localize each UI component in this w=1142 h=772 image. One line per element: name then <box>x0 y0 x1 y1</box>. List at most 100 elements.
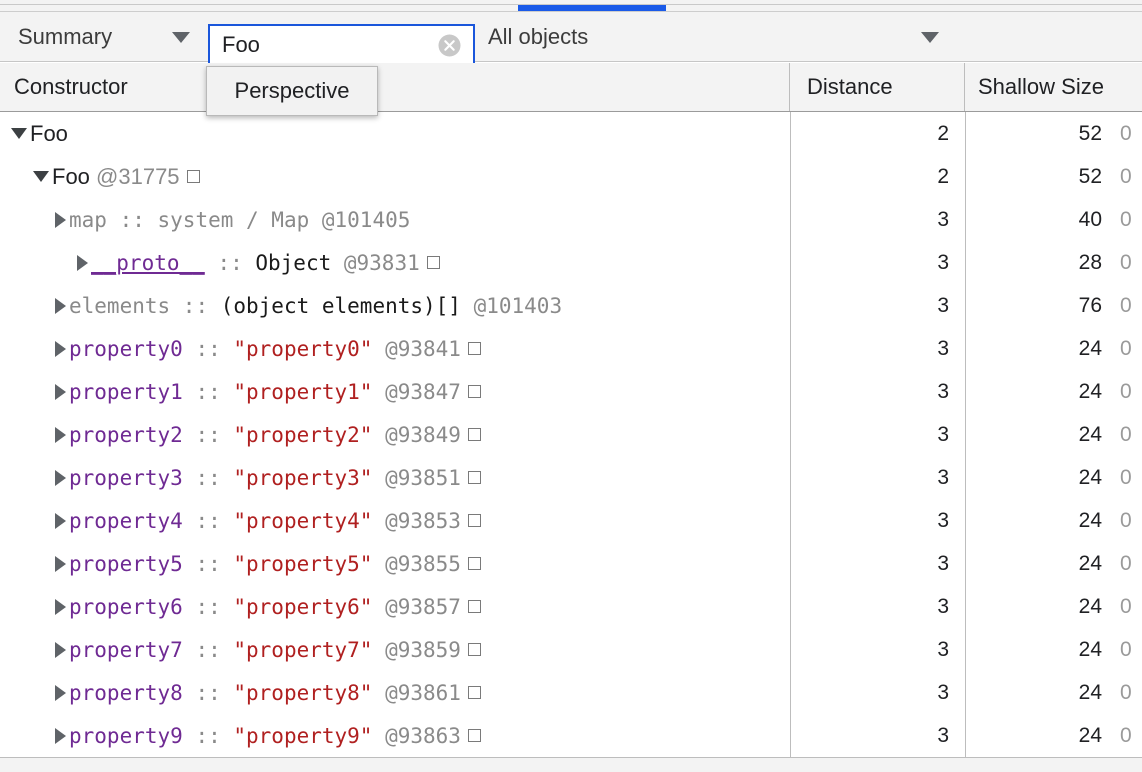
shallow-size-cell: 28 <box>965 241 1102 284</box>
object-marker-icon <box>468 471 481 484</box>
table-row[interactable]: Foo2520 <box>0 112 1142 155</box>
node-label: property4 :: "property4" @93853 <box>69 509 481 533</box>
table-row[interactable]: Foo @317752520 <box>0 155 1142 198</box>
triangle-right-icon[interactable] <box>55 685 66 701</box>
object-marker-icon <box>468 600 481 613</box>
retained-size-cell: 0 <box>1120 456 1142 499</box>
constructor-cell[interactable]: property7 :: "property7" @93859 <box>0 628 845 671</box>
triangle-right-icon[interactable] <box>55 599 66 615</box>
table-row[interactable]: property9 :: "property9" @93863324 0 <box>0 714 1142 757</box>
clear-circle-icon[interactable] <box>438 34 461 57</box>
object-marker-icon <box>468 557 481 570</box>
retained-size-cell: 0 <box>1120 198 1142 241</box>
constructor-cell[interactable]: property8 :: "property8" @93861 <box>0 671 845 714</box>
node-label: property1 :: "property1" @93847 <box>69 380 481 404</box>
distance-cell: 2 <box>790 112 965 155</box>
table-row[interactable]: __proto__ :: Object @938313280 <box>0 241 1142 284</box>
table-row[interactable]: property0 :: "property0" @938413240 <box>0 327 1142 370</box>
object-filter-dropdown[interactable]: All objects <box>478 12 948 61</box>
triangle-right-icon[interactable] <box>55 298 66 314</box>
table-row[interactable]: map :: system / Map @1014053400 <box>0 198 1142 241</box>
shallow-size-cell: 52 <box>965 155 1102 198</box>
triangle-right-icon[interactable] <box>55 642 66 658</box>
triangle-right-icon[interactable] <box>55 384 66 400</box>
retained-size-cell: 0 <box>1120 413 1142 456</box>
table-row[interactable]: property7 :: "property7" @938593240 <box>0 628 1142 671</box>
shallow-size-cell: 24 <box>965 456 1102 499</box>
table-row[interactable]: property1 :: "property1" @938473240 <box>0 370 1142 413</box>
column-header-distance[interactable]: Distance <box>790 63 965 111</box>
retained-size-cell: 0 <box>1120 499 1142 542</box>
distance-cell: 3 <box>790 241 965 284</box>
shallow-size-cell: 24 <box>965 714 1102 757</box>
shallow-size-cell: 40 <box>965 198 1102 241</box>
column-header-constructor-label: Constructor <box>14 74 128 100</box>
constructor-cell[interactable]: property3 :: "property3" @93851 <box>0 456 845 499</box>
retained-size-cell: 0 <box>1120 542 1142 585</box>
column-header-constructor[interactable]: Constructor <box>0 63 790 111</box>
triangle-right-icon[interactable] <box>55 427 66 443</box>
table-row[interactable]: elements :: (object elements)[] @1014033… <box>0 284 1142 327</box>
constructor-cell[interactable]: property4 :: "property4" @93853 <box>0 499 845 542</box>
node-label: property6 :: "property6" @93857 <box>69 595 481 619</box>
perspective-dropdown[interactable]: Summary <box>0 12 205 61</box>
column-header-shallow-size[interactable]: Shallow Size <box>965 63 1142 111</box>
constructor-cell[interactable]: property5 :: "property5" @93855 <box>0 542 845 585</box>
retained-size-cell: 0 <box>1120 585 1142 628</box>
table-row[interactable]: property3 :: "property3" @938513240 <box>0 456 1142 499</box>
active-tab-indicator[interactable] <box>518 5 666 11</box>
table-row[interactable]: property4 :: "property4" @93853 324 0 <box>0 499 1142 542</box>
distance-cell: 3 <box>790 327 965 370</box>
distance-cell: 3 <box>790 585 965 628</box>
node-label: property7 :: "property7" @93859 <box>69 638 481 662</box>
table-row[interactable]: property6 :: "property6" @93857 324 0 <box>0 585 1142 628</box>
node-label: map :: system / Map @101405 <box>69 208 410 232</box>
constructor-cell[interactable]: Foo <box>0 112 801 155</box>
constructor-cell[interactable]: map :: system / Map @101405 <box>0 198 845 241</box>
triangle-right-icon[interactable] <box>55 728 66 744</box>
distance-cell: 2 <box>790 155 965 198</box>
triangle-right-icon[interactable] <box>55 341 66 357</box>
constructor-cell[interactable]: property6 :: "property6" @93857 <box>0 585 845 628</box>
search-box[interactable] <box>208 24 475 65</box>
table-row[interactable]: property8 :: "property8" @938613240 <box>0 671 1142 714</box>
node-label: property2 :: "property2" @93849 <box>69 423 481 447</box>
shallow-size-cell: 24 <box>965 585 1102 628</box>
table-row[interactable]: property2 :: "property2" @938493240 <box>0 413 1142 456</box>
distance-cell: 3 <box>790 714 965 757</box>
triangle-right-icon[interactable] <box>55 513 66 529</box>
tab-strip <box>0 0 1142 12</box>
constructor-cell[interactable]: property2 :: "property2" @93849 <box>0 413 845 456</box>
shallow-size-cell: 24 <box>965 499 1102 542</box>
node-label: elements :: (object elements)[] @101403 <box>69 294 562 318</box>
node-label: property0 :: "property0" @93841 <box>69 337 481 361</box>
triangle-right-icon[interactable] <box>55 556 66 572</box>
triangle-down-icon[interactable] <box>33 171 49 182</box>
object-marker-icon <box>468 385 481 398</box>
retained-size-cell: 0 <box>1120 714 1142 757</box>
object-marker-icon <box>468 729 481 742</box>
shallow-size-cell: 24 <box>965 628 1102 671</box>
distance-cell: 3 <box>790 499 965 542</box>
search-input[interactable] <box>222 32 417 58</box>
shallow-size-cell: 24 <box>965 327 1102 370</box>
object-tree-grid[interactable]: Foo2520Foo @317752520map :: system / Map… <box>0 112 1142 757</box>
object-filter-selected-label: All objects <box>488 24 588 50</box>
constructor-cell[interactable]: property9 :: "property9" @93863 <box>0 714 845 757</box>
triangle-right-icon[interactable] <box>77 255 88 271</box>
distance-cell: 3 <box>790 542 965 585</box>
chevron-down-icon <box>921 32 939 43</box>
column-header-shallow-size-label: Shallow Size <box>978 74 1104 100</box>
triangle-right-icon[interactable] <box>55 212 66 228</box>
constructor-cell[interactable]: property1 :: "property1" @93847 <box>0 370 845 413</box>
object-marker-icon <box>468 342 481 355</box>
constructor-cell[interactable]: property0 :: "property0" @93841 <box>0 327 845 370</box>
table-row[interactable]: property5 :: "property5" @938553240 <box>0 542 1142 585</box>
constructor-cell[interactable]: __proto__ :: Object @93831 <box>0 241 867 284</box>
triangle-down-icon[interactable] <box>11 128 27 139</box>
heap-snapshot-panel: Summary All objects Perspective Construc… <box>0 0 1142 772</box>
perspective-tooltip: Perspective <box>206 66 378 116</box>
triangle-right-icon[interactable] <box>55 470 66 486</box>
constructor-cell[interactable]: elements :: (object elements)[] @101403 <box>0 284 845 327</box>
constructor-cell[interactable]: Foo @31775 <box>0 155 823 198</box>
